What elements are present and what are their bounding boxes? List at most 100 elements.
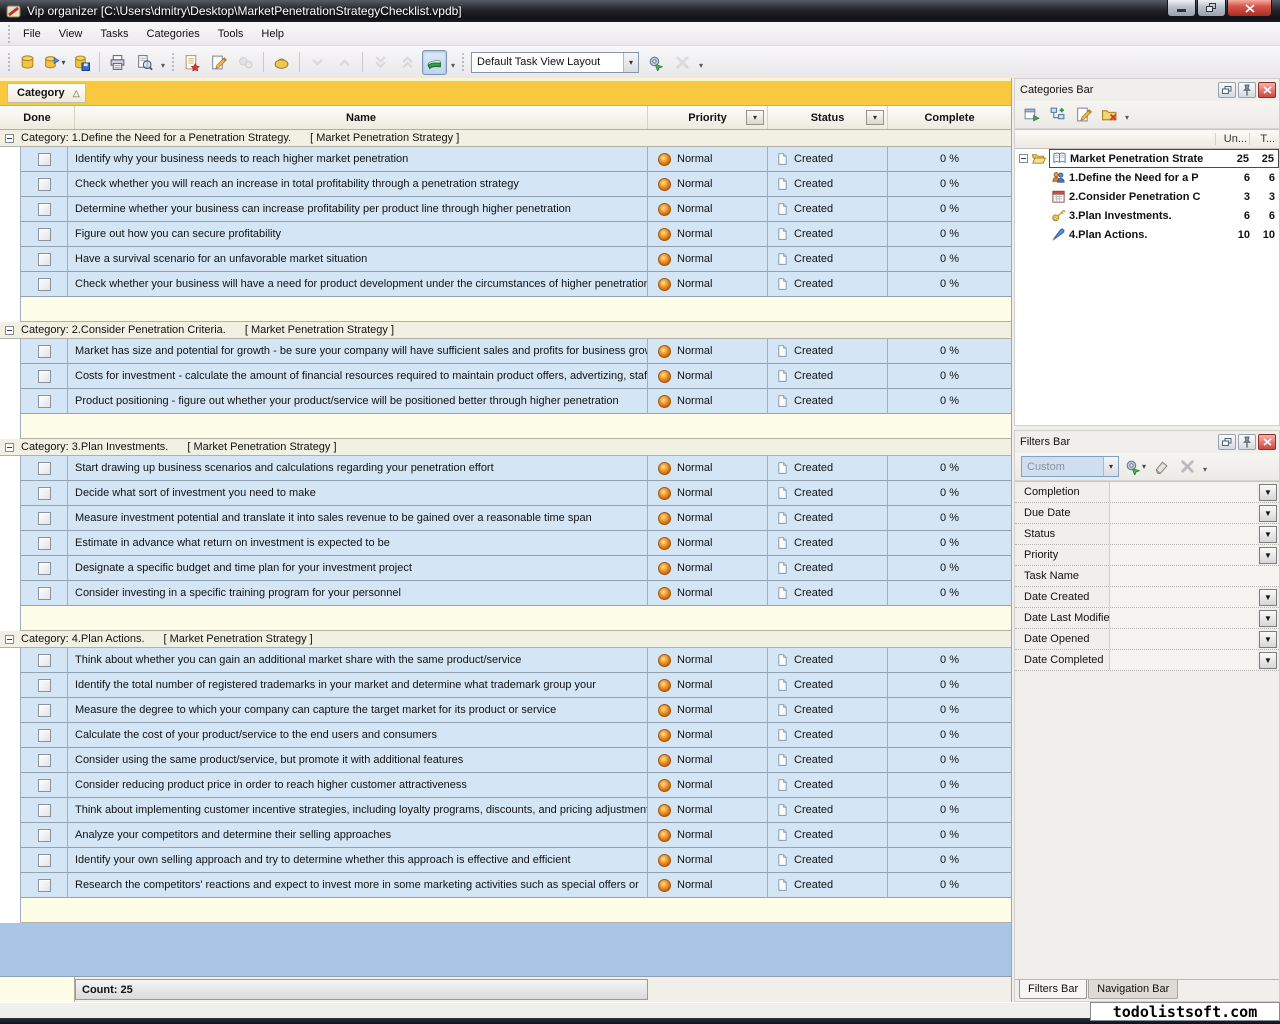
tree-item-category-3[interactable]: 3.Plan Investments.66 bbox=[1015, 206, 1279, 225]
filter-value-field[interactable] bbox=[1109, 503, 1257, 523]
collapse-icon[interactable] bbox=[1019, 154, 1028, 163]
menu-item-view[interactable]: View bbox=[50, 25, 92, 43]
task-checkbox[interactable] bbox=[38, 487, 51, 500]
task-row[interactable]: Identify the total number of registered … bbox=[0, 673, 1011, 698]
task-row[interactable]: Determine whether your business can incr… bbox=[0, 197, 1011, 222]
task-row[interactable]: Think about implementing customer incent… bbox=[0, 798, 1011, 823]
filter-value-field[interactable] bbox=[1109, 566, 1279, 586]
filter-value-field[interactable] bbox=[1109, 650, 1257, 670]
task-row[interactable]: Estimate in advance what return on inves… bbox=[0, 531, 1011, 556]
task-row[interactable]: Identify your own selling approach and t… bbox=[0, 848, 1011, 873]
status-filter-button[interactable]: ▾ bbox=[866, 110, 884, 125]
task-row[interactable]: Decide what sort of investment you need … bbox=[0, 481, 1011, 506]
task-checkbox[interactable] bbox=[38, 253, 51, 266]
task-row[interactable]: Have a survival scenario for an unfavora… bbox=[0, 247, 1011, 272]
task-checkbox[interactable] bbox=[38, 153, 51, 166]
task-checkbox[interactable] bbox=[38, 654, 51, 667]
task-row[interactable]: Designate a specific budget and time pla… bbox=[0, 556, 1011, 581]
column-header-priority[interactable]: Priority▾ bbox=[648, 106, 768, 129]
category-row[interactable]: Category: 2.Consider Penetration Criteri… bbox=[0, 322, 1011, 339]
categories-close-button[interactable] bbox=[1258, 82, 1276, 98]
collapse-icon[interactable] bbox=[5, 443, 14, 452]
print-button[interactable] bbox=[105, 50, 130, 75]
column-header-done[interactable]: Done bbox=[0, 106, 75, 129]
task-row[interactable]: Costs for investment - calculate the amo… bbox=[0, 364, 1011, 389]
task-checkbox[interactable] bbox=[38, 754, 51, 767]
filter-value-field[interactable] bbox=[1109, 629, 1257, 649]
filter-dropdown-button[interactable]: ▼ bbox=[1259, 652, 1277, 669]
categories-restore-button[interactable] bbox=[1218, 82, 1236, 98]
task-row[interactable]: Analyze your competitors and determine t… bbox=[0, 823, 1011, 848]
filter-value-field[interactable] bbox=[1109, 524, 1257, 544]
filter-dropdown-button[interactable]: ▼ bbox=[1259, 589, 1277, 606]
filter-value-field[interactable] bbox=[1109, 482, 1257, 502]
filters-restore-button[interactable] bbox=[1218, 434, 1236, 450]
menu-item-categories[interactable]: Categories bbox=[138, 25, 209, 43]
task-checkbox[interactable] bbox=[38, 854, 51, 867]
task-checkbox[interactable] bbox=[38, 779, 51, 792]
print-preview-button[interactable] bbox=[132, 50, 157, 75]
category-row[interactable]: Category: 4.Plan Actions.[ Market Penetr… bbox=[0, 631, 1011, 648]
task-checkbox[interactable] bbox=[38, 829, 51, 842]
collapse-icon[interactable] bbox=[5, 134, 14, 143]
priority-filter-button[interactable]: ▾ bbox=[746, 110, 764, 125]
toolbar-overflow-button[interactable]: ▾ bbox=[1200, 457, 1210, 476]
tree-header-total[interactable]: T... bbox=[1249, 133, 1279, 145]
filter-dropdown-button[interactable]: ▼ bbox=[1259, 631, 1277, 648]
task-row[interactable]: Identify why your business needs to reac… bbox=[0, 147, 1011, 172]
chevron-down-icon[interactable]: ▾ bbox=[623, 53, 638, 72]
filter-value-field[interactable] bbox=[1109, 587, 1257, 607]
tree-item-category-4[interactable]: 4.Plan Actions.1010 bbox=[1015, 225, 1279, 244]
toolbar-overflow-button[interactable]: ▾ bbox=[696, 53, 706, 72]
edit-task-button[interactable] bbox=[206, 50, 231, 75]
task-checkbox[interactable] bbox=[38, 395, 51, 408]
menu-item-tasks[interactable]: Tasks bbox=[91, 25, 137, 43]
filters-pin-button[interactable] bbox=[1238, 434, 1256, 450]
tree-item-category-1[interactable]: 1.Define the Need for a P66 bbox=[1015, 168, 1279, 187]
category-row[interactable]: Category: 3.Plan Investments.[ Market Pe… bbox=[0, 439, 1011, 456]
minimize-button[interactable] bbox=[1167, 0, 1196, 17]
task-checkbox[interactable] bbox=[38, 679, 51, 692]
tree-item-category-2[interactable]: 2.Consider Penetration C33 bbox=[1015, 187, 1279, 206]
collapse-icon[interactable] bbox=[5, 635, 14, 644]
task-view-layout-combo[interactable]: Default Task View Layout▾ bbox=[471, 52, 639, 73]
column-header-status[interactable]: Status▾ bbox=[768, 106, 888, 129]
apply-layout-button[interactable] bbox=[643, 50, 668, 75]
group-by-category-button[interactable]: Category △ bbox=[7, 83, 86, 103]
open-database-button[interactable]: ▾ bbox=[42, 50, 67, 75]
save-database-button[interactable] bbox=[69, 50, 94, 75]
task-row[interactable]: Market has size and potential for growth… bbox=[0, 339, 1011, 364]
collapse-icon[interactable] bbox=[5, 326, 14, 335]
task-row[interactable]: Check whether your business will have a … bbox=[0, 272, 1011, 297]
menu-item-help[interactable]: Help bbox=[252, 25, 293, 43]
menu-item-tools[interactable]: Tools bbox=[209, 25, 253, 43]
task-checkbox[interactable] bbox=[38, 203, 51, 216]
task-checkbox[interactable] bbox=[38, 462, 51, 475]
task-checkbox[interactable] bbox=[38, 537, 51, 550]
filter-dropdown-button[interactable]: ▼ bbox=[1259, 547, 1277, 564]
filter-preset-combo[interactable]: Custom▾ bbox=[1021, 456, 1119, 477]
task-row[interactable]: Think about whether you can gain an addi… bbox=[0, 648, 1011, 673]
task-row[interactable]: Consider investing in a specific trainin… bbox=[0, 581, 1011, 606]
task-checkbox[interactable] bbox=[38, 804, 51, 817]
task-checkbox[interactable] bbox=[38, 512, 51, 525]
edit-category-button[interactable] bbox=[1071, 103, 1095, 127]
task-row[interactable]: Calculate the cost of your product/servi… bbox=[0, 723, 1011, 748]
filter-dropdown-button[interactable]: ▼ bbox=[1259, 526, 1277, 543]
task-checkbox[interactable] bbox=[38, 370, 51, 383]
task-row[interactable]: Measure investment potential and transla… bbox=[0, 506, 1011, 531]
task-row[interactable]: Check whether you will reach an increase… bbox=[0, 172, 1011, 197]
notebook-view-button[interactable] bbox=[422, 50, 447, 75]
tree-header-uncompleted[interactable]: Un... bbox=[1215, 133, 1249, 145]
clear-filter-button[interactable] bbox=[1149, 455, 1173, 479]
mark-complete-button[interactable] bbox=[269, 50, 294, 75]
task-checkbox[interactable] bbox=[38, 345, 51, 358]
column-header-name[interactable]: Name bbox=[75, 106, 648, 129]
toolbar-more-button[interactable]: ▾ bbox=[448, 53, 458, 72]
tree-item-root[interactable]: Market Penetration Strate2525 bbox=[1015, 149, 1279, 168]
task-row[interactable]: Measure the degree to which your company… bbox=[0, 698, 1011, 723]
delete-filter-button[interactable] bbox=[1175, 455, 1199, 479]
task-checkbox[interactable] bbox=[38, 178, 51, 191]
task-row[interactable]: Consider using the same product/service,… bbox=[0, 748, 1011, 773]
chevron-down-icon[interactable]: ▾ bbox=[1103, 457, 1118, 476]
